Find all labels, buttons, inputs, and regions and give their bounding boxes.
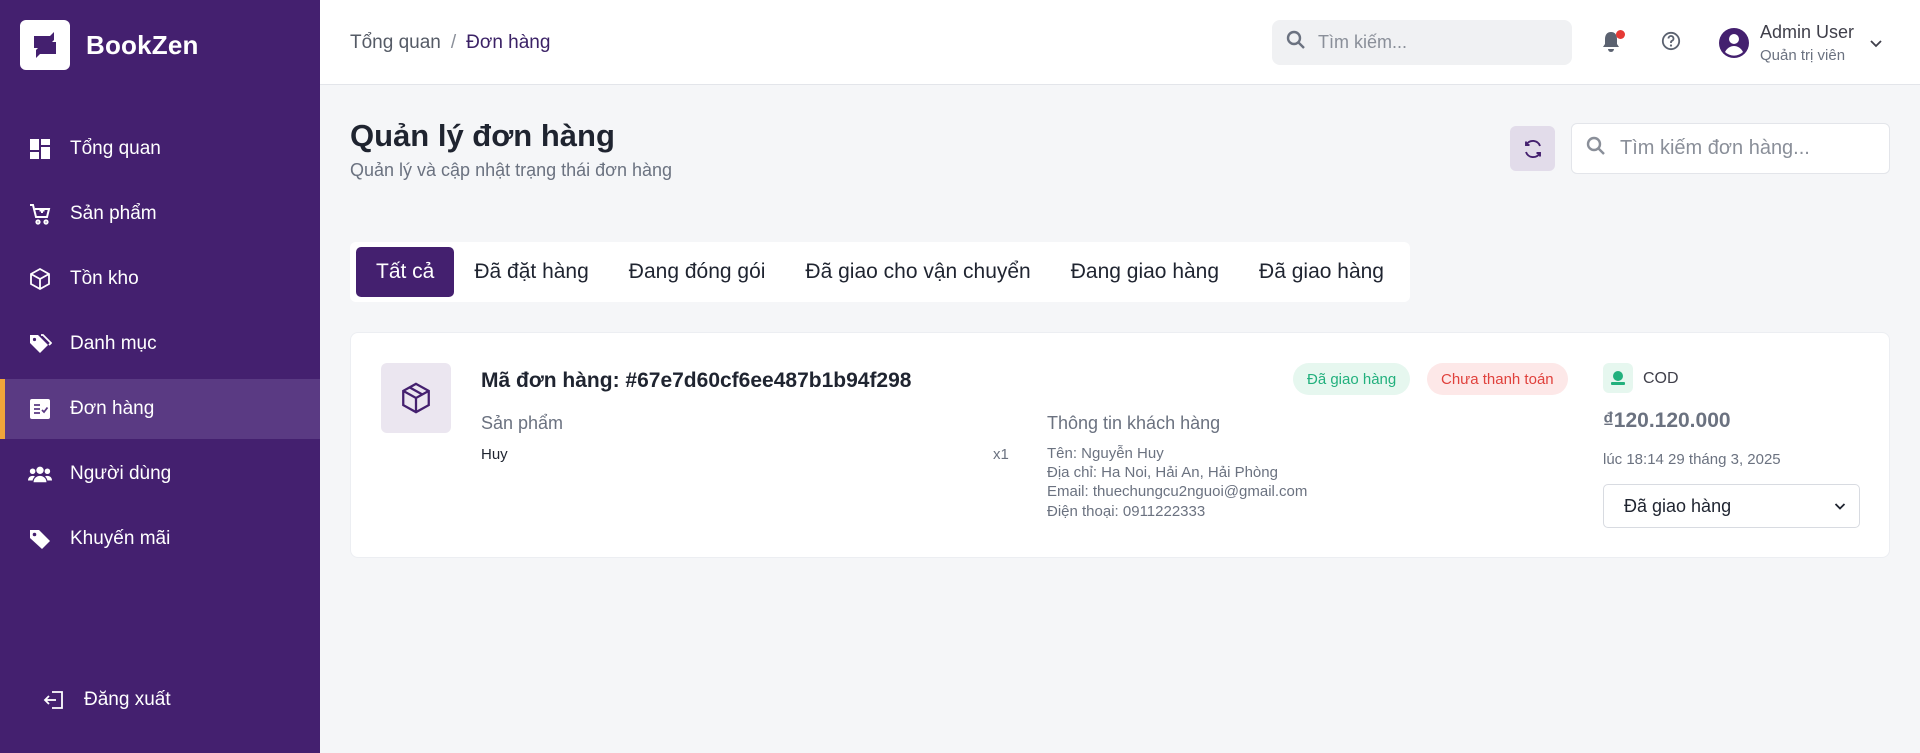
order-card: Mã đơn hàng: #67e7d60cf6ee487b1b94f298 Đ… (350, 332, 1890, 558)
customer-name: Tên: Nguyễn Huy (1047, 445, 1164, 462)
logout-button[interactable]: Đăng xuất (42, 688, 171, 712)
order-amount: ₫120.120.000 (1603, 409, 1731, 432)
tab-delivered[interactable]: Đã giao hàng (1239, 247, 1404, 297)
tag-icon (28, 527, 52, 551)
sidebar-nav: Tổng quan Sản phẩm Tồn kho Danh mục Đơn … (0, 119, 320, 574)
top-bar: Tổng quan / Đơn hàng Admin User Quản trị v… (320, 0, 1920, 85)
products-heading: Sản phẩm (481, 413, 564, 433)
user-role: Quản trị viên (1760, 47, 1846, 64)
brand-name: BookZen (86, 29, 199, 60)
tab-all[interactable]: Tất cả (356, 247, 455, 297)
brand-logo-icon (20, 20, 70, 70)
product-quantity: x1 (993, 446, 1009, 463)
order-search-input[interactable] (1620, 137, 1880, 160)
sidebar-item-inventory[interactable]: Tồn kho (0, 249, 320, 309)
user-menu[interactable]: Admin User Quản trị viên (1718, 22, 1884, 64)
payment-method: COD (1643, 370, 1679, 387)
order-status-select-value: Đã giao hàng (1624, 495, 1732, 516)
breadcrumb-separator: / (450, 32, 457, 53)
sidebar-item-categories[interactable]: Danh mục (0, 314, 320, 374)
sidebar-item-label: Khuyến mãi (70, 528, 171, 549)
order-search[interactable] (1571, 123, 1890, 174)
page-title: Quản lý đơn hàng (350, 118, 615, 153)
sidebar-item-label: Đơn hàng (70, 398, 155, 419)
breadcrumb-home[interactable]: Tổng quan (350, 32, 441, 53)
breadcrumb-current: Đơn hàng (466, 32, 551, 53)
sidebar-item-label: Người dùng (70, 463, 172, 484)
cash-payment-icon (1603, 363, 1633, 393)
tags-icon (28, 332, 52, 356)
global-search-input[interactable] (1318, 32, 1548, 53)
sidebar-item-orders[interactable]: Đơn hàng (0, 379, 320, 439)
sidebar-item-products[interactable]: Sản phẩm (0, 184, 320, 244)
order-time: lúc 18:14 29 tháng 3, 2025 (1603, 451, 1781, 468)
breadcrumb: Tổng quan / Đơn hàng (350, 32, 550, 54)
dashboard-icon (28, 137, 52, 161)
order-status-select[interactable]: Đã giao hàng (1603, 484, 1860, 528)
help-button[interactable] (1661, 31, 1683, 53)
user-avatar-icon (1719, 28, 1749, 58)
product-name: Huy (481, 446, 508, 463)
search-icon (1586, 136, 1606, 161)
users-icon (28, 462, 52, 486)
page-subtitle: Quản lý và cập nhật trạng thái đơn hàng (350, 160, 673, 180)
status-badge: Đã giao hàng (1293, 363, 1411, 395)
customer-info-heading: Thông tin khách hàng (1047, 413, 1221, 433)
chevron-down-icon (1834, 503, 1846, 510)
brand[interactable]: BookZen (20, 20, 199, 70)
order-id: Mã đơn hàng: #67e7d60cf6ee487b1b94f298 (481, 369, 912, 392)
notification-dot (1616, 30, 1625, 39)
box-icon (28, 267, 52, 291)
package-icon (381, 363, 451, 433)
refresh-button[interactable] (1510, 126, 1555, 171)
tab-packing[interactable]: Đang đóng gói (609, 247, 786, 297)
global-search[interactable] (1272, 20, 1572, 65)
help-icon (1661, 31, 1681, 51)
payment-status-badge: Chưa thanh toán (1427, 363, 1568, 395)
sidebar-item-label: Danh mục (70, 333, 157, 354)
logout-label: Đăng xuất (84, 689, 171, 710)
tab-ordered[interactable]: Đã đặt hàng (454, 247, 608, 297)
customer-address: Địa chỉ: Ha Noi, Hải An, Hải Phòng (1047, 464, 1278, 481)
user-name: Admin User (1760, 22, 1855, 42)
sidebar-item-label: Tổng quan (70, 138, 161, 159)
refresh-icon (1524, 139, 1541, 158)
search-icon (1286, 30, 1306, 55)
chevron-down-icon (1870, 40, 1882, 48)
logout-icon (42, 688, 66, 712)
sidebar: BookZen Tổng quan Sản phẩm Tồn kho Danh … (0, 0, 320, 753)
customer-phone: Điện thoại: 0911222333 (1047, 503, 1206, 520)
order-list-icon (28, 397, 52, 421)
customer-email: Email: thuechungcu2nguoi@gmail.com (1047, 483, 1308, 500)
sidebar-item-users[interactable]: Người dùng (0, 444, 320, 504)
order-status-tabs: Tất cả Đã đặt hàng Đang đóng gói Đã giao… (350, 242, 1410, 302)
tab-shipping[interactable]: Đang giao hàng (1051, 247, 1239, 297)
cart-icon (28, 202, 52, 226)
sidebar-item-overview[interactable]: Tổng quan (0, 119, 320, 179)
sidebar-item-label: Tồn kho (70, 268, 139, 289)
sidebar-item-label: Sản phẩm (70, 203, 157, 224)
tab-handed-to-carrier[interactable]: Đã giao cho vận chuyển (785, 247, 1050, 297)
sidebar-item-promotions[interactable]: Khuyến mãi (0, 509, 320, 569)
notifications-button[interactable] (1601, 30, 1625, 56)
